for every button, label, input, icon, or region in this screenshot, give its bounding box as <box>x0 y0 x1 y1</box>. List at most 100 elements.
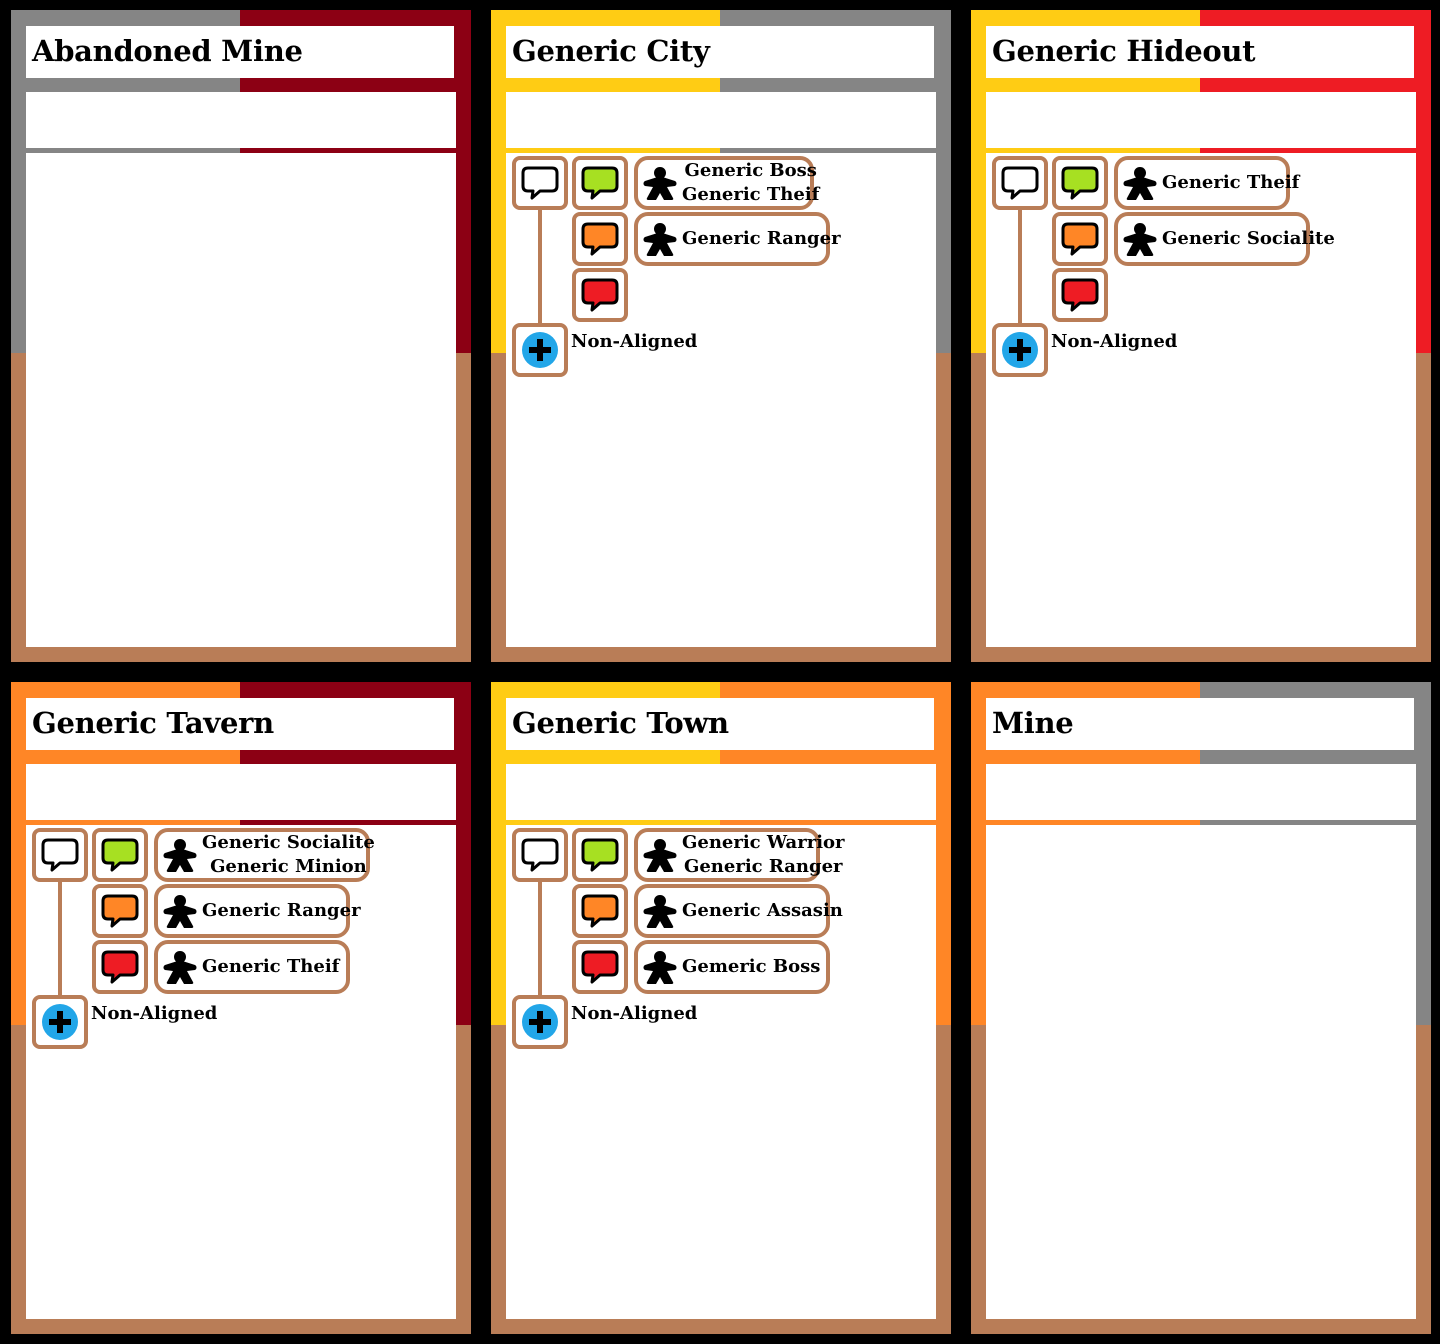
speech-bubble-icon <box>521 166 559 200</box>
speech-bubble-icon <box>581 838 619 872</box>
card-title-box: Generic Hideout <box>986 26 1414 78</box>
card-subtitle-box <box>26 92 456 148</box>
character-box[interactable]: Generic Socialite <box>1114 212 1335 266</box>
meeple-icon <box>643 167 677 200</box>
character-box[interactable]: Generic Theif <box>1114 156 1299 210</box>
bubble-box[interactable] <box>572 940 628 994</box>
bubble-box[interactable] <box>572 828 628 882</box>
speech-bubble-icon <box>1061 222 1099 256</box>
card-subtitle-box <box>26 764 456 820</box>
plus-icon <box>42 1004 78 1040</box>
speech-bubble-icon <box>581 950 619 984</box>
speech-bubble-icon <box>581 278 619 312</box>
connector-line <box>1018 210 1022 328</box>
add-faction-box[interactable] <box>992 323 1048 377</box>
character-box[interactable]: Generic Assasin <box>634 884 843 938</box>
bubble-box[interactable] <box>1052 212 1108 266</box>
character-name: Generic Boss <box>684 160 817 181</box>
character-box[interactable]: Generic Theif <box>154 940 350 994</box>
character-names: Generic Ranger <box>202 899 361 923</box>
plus-icon <box>522 1004 558 1040</box>
speech-bubble-icon <box>101 838 139 872</box>
character-name: Generic Assasin <box>682 900 843 921</box>
character-names: Generic Ranger <box>682 227 841 251</box>
white-bubble-box[interactable] <box>32 828 88 882</box>
location-card[interactable]: Generic Tavern Generic Socialite Generic M… <box>11 682 471 1334</box>
add-faction-box[interactable] <box>32 995 88 1049</box>
card-body <box>26 153 456 647</box>
white-bubble-box[interactable] <box>992 156 1048 210</box>
speech-bubble-icon <box>521 838 559 872</box>
location-card[interactable]: Generic Hideout Generic Theif Generic Soci… <box>971 10 1431 662</box>
faction-label: Non-Aligned <box>91 1003 218 1024</box>
card-title: Generic Tavern <box>32 706 274 740</box>
character-name: Generic Ranger <box>683 856 843 877</box>
meeple-icon <box>643 839 677 872</box>
connector-line <box>58 882 62 1000</box>
character-box[interactable]: Gemeric Boss <box>634 940 830 994</box>
character-box[interactable]: Generic Warrior Generic Ranger <box>634 828 845 882</box>
card-title: Mine <box>992 706 1074 740</box>
speech-bubble-icon <box>41 838 79 872</box>
bubble-box[interactable] <box>572 156 628 210</box>
card-title: Generic Hideout <box>992 34 1256 68</box>
character-name: Generic Minion <box>210 856 367 877</box>
bubble-box[interactable] <box>92 828 148 882</box>
character-box[interactable]: Generic Ranger <box>154 884 361 938</box>
location-card[interactable]: Generic Town Generic Warrior Generic Range… <box>491 682 951 1334</box>
add-faction-box[interactable] <box>512 323 568 377</box>
character-name: Generic Warrior <box>682 832 845 853</box>
card-title: Generic City <box>512 34 710 68</box>
speech-bubble-icon <box>1001 166 1039 200</box>
character-name: Generic Socialite <box>1162 228 1335 249</box>
add-faction-box[interactable] <box>512 995 568 1049</box>
white-bubble-box[interactable] <box>512 156 568 210</box>
faction-label: Non-Aligned <box>571 331 698 352</box>
bubble-box[interactable] <box>572 268 628 322</box>
character-name: Generic Theif <box>202 956 340 977</box>
location-card[interactable]: Abandoned Mine <box>11 10 471 662</box>
card-title: Generic Town <box>512 706 729 740</box>
location-card[interactable]: Generic City Generic Boss Generic Theif Gen… <box>491 10 951 662</box>
meeple-icon <box>643 951 677 984</box>
character-name: Generic Ranger <box>682 228 841 249</box>
bubble-box[interactable] <box>572 884 628 938</box>
meeple-icon <box>643 223 677 256</box>
character-names: Generic Boss Generic Theif <box>682 159 819 207</box>
speech-bubble-icon <box>581 166 619 200</box>
character-names: Generic Socialite Generic Minion <box>202 831 375 879</box>
bubble-box[interactable] <box>572 212 628 266</box>
white-bubble-box[interactable] <box>512 828 568 882</box>
card-title-box: Generic City <box>506 26 934 78</box>
character-box[interactable]: Generic Ranger <box>634 212 841 266</box>
character-box[interactable]: Generic Boss Generic Theif <box>634 156 819 210</box>
meeple-icon <box>163 951 197 984</box>
plus-icon <box>522 332 558 368</box>
card-title-box: Abandoned Mine <box>26 26 454 78</box>
character-names: Generic Theif <box>1162 171 1299 195</box>
card-title: Abandoned Mine <box>32 34 303 68</box>
speech-bubble-icon <box>101 894 139 928</box>
bubble-box[interactable] <box>92 940 148 994</box>
character-name: Generic Socialite <box>202 832 375 853</box>
bubble-box[interactable] <box>1052 156 1108 210</box>
meeple-icon <box>1123 167 1157 200</box>
character-name: Generic Theif <box>1162 172 1300 193</box>
faction-label: Non-Aligned <box>1051 331 1178 352</box>
connector-line <box>538 210 542 328</box>
character-box[interactable]: Generic Socialite Generic Minion <box>154 828 375 882</box>
character-names: Generic Socialite <box>1162 227 1335 251</box>
location-card[interactable]: Mine <box>971 682 1431 1334</box>
card-subtitle-box <box>986 92 1416 148</box>
speech-bubble-icon <box>581 894 619 928</box>
character-name: Gemeric Boss <box>682 956 821 977</box>
card-title-box: Generic Town <box>506 698 934 750</box>
card-subtitle-box <box>506 92 936 148</box>
meeple-icon <box>643 895 677 928</box>
speech-bubble-icon <box>581 222 619 256</box>
bubble-box[interactable] <box>92 884 148 938</box>
card-subtitle-box <box>506 764 936 820</box>
bubble-box[interactable] <box>1052 268 1108 322</box>
meeple-icon <box>163 839 197 872</box>
meeple-icon <box>163 895 197 928</box>
